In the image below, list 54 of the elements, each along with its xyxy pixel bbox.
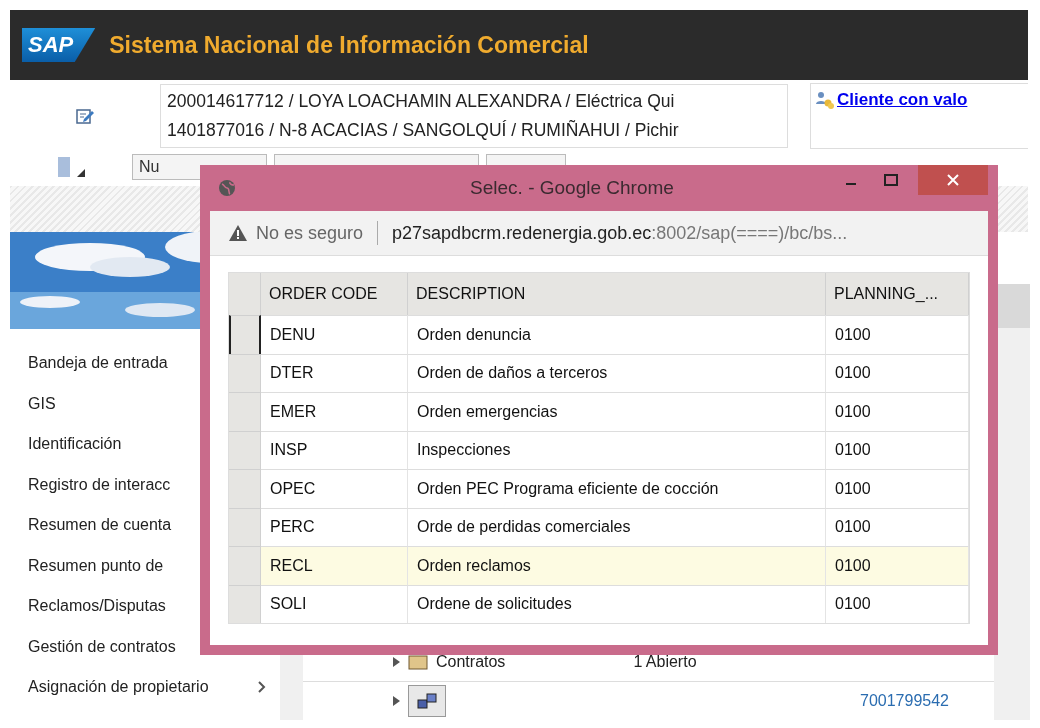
- id-link[interactable]: 7001799542: [860, 692, 949, 710]
- table-cell[interactable]: 0100: [826, 430, 969, 469]
- table-cell[interactable]: RECL: [261, 546, 408, 585]
- warning-icon: [228, 224, 248, 242]
- table-cell[interactable]: PERC: [261, 507, 408, 546]
- table-cell[interactable]: 0100: [826, 392, 969, 431]
- table-cell[interactable]: 0100: [826, 546, 969, 585]
- window-title: Selec. - Google Chrome: [469, 177, 675, 199]
- table-cell[interactable]: INSP: [261, 430, 408, 469]
- column-header[interactable]: DESCRIPTION: [408, 273, 826, 315]
- address-bar[interactable]: No es seguro p27sapdbcrm.redenergia.gob.ec:8002/sap(====)/bc/bs...: [210, 211, 988, 256]
- people-icon: [815, 90, 835, 110]
- nav-item[interactable]: Asignación de propietario: [10, 667, 270, 708]
- table-cell[interactable]: 0100: [826, 315, 969, 354]
- table-cell[interactable]: 0100: [826, 353, 969, 392]
- client-value-link[interactable]: Cliente con valo: [837, 90, 968, 110]
- cubes-icon: [416, 692, 438, 710]
- close-icon: [947, 174, 959, 186]
- url-text: p27sapdbcrm.redenergia.gob.ec:8002/sap(====)/bc/bs...: [392, 222, 848, 244]
- row-label: Contratos: [436, 653, 506, 671]
- expand-icon[interactable]: [393, 696, 400, 706]
- edit-icon[interactable]: [75, 106, 95, 126]
- table-cell[interactable]: 0100: [826, 584, 969, 623]
- globe-icon: [218, 179, 236, 197]
- app-title: Sistema Nacional de Información Comercial: [109, 31, 589, 59]
- table-cell[interactable]: SOLI: [261, 584, 408, 623]
- table-cell[interactable]: Orden reclamos: [408, 546, 826, 585]
- table-cell[interactable]: OPEC: [261, 469, 408, 508]
- customer-line: 1401877016 / N-8 ACACIAS / SANGOLQUÍ / RUMIÑAHUI / Pichir: [167, 120, 680, 141]
- table-cell[interactable]: 0100: [826, 507, 969, 546]
- column-header[interactable]: ORDER CODE: [261, 273, 408, 315]
- customer-line: 200014617712 / LOYA LOACHAMIN ALEXANDRA / Eléctrica Qui: [167, 91, 676, 112]
- sap-logo: SAP: [22, 28, 96, 62]
- table-cell[interactable]: Orden denuncia: [408, 315, 826, 354]
- chevron-icon: [258, 681, 266, 694]
- table-cell[interactable]: 0100: [826, 469, 969, 508]
- folder-icon: [408, 654, 428, 670]
- row-status: 1 Abierto: [633, 653, 697, 671]
- table-cell[interactable]: Ordene de solicitudes: [408, 584, 826, 623]
- table-cell[interactable]: Inspecciones: [408, 430, 826, 469]
- table-cell[interactable]: EMER: [261, 392, 408, 431]
- table-cell[interactable]: Orden PEC Programa eficiente de cocción: [408, 469, 826, 508]
- table-cell[interactable]: Orden emergencias: [408, 392, 826, 431]
- row-selector[interactable]: [229, 315, 261, 354]
- object-button[interactable]: [408, 685, 446, 717]
- security-label: No es seguro: [256, 222, 364, 244]
- column-header[interactable]: PLANNING_...: [826, 273, 969, 315]
- table-cell[interactable]: DENU: [261, 315, 408, 354]
- expand-icon[interactable]: [393, 657, 400, 667]
- close-button[interactable]: [918, 165, 988, 195]
- table-cell[interactable]: DTER: [261, 353, 408, 392]
- table-cell[interactable]: Orde de perdidas comerciales: [408, 507, 826, 546]
- table-cell[interactable]: Orden de daños a terceros: [408, 353, 826, 392]
- caret-icon[interactable]: [77, 169, 85, 177]
